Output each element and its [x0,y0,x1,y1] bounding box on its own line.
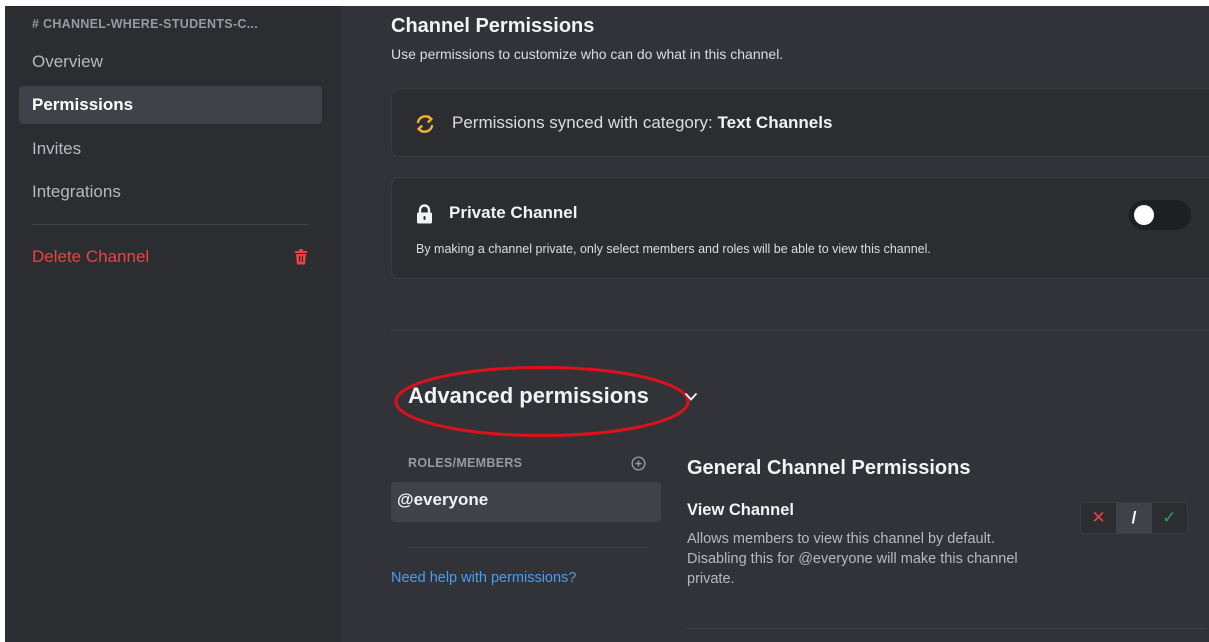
toggle-knob [1134,205,1154,225]
settings-sidebar: # CHANNEL-WHERE-STUDENTS-C... Overview P… [5,6,341,642]
sidebar-item-overview[interactable]: Overview [19,43,322,81]
main-content: Channel Permissions Use permissions to c… [341,6,1209,642]
permission-divider [687,628,1207,629]
private-channel-toggle[interactable] [1129,200,1191,230]
section-divider [391,330,1209,331]
sync-status-prefix: Permissions synced with category: [452,113,718,132]
sync-status-card: Permissions synced with category: Text C… [391,88,1209,157]
lock-icon [417,204,432,224]
page-title: Channel Permissions [391,15,595,37]
sync-status-text: Permissions synced with category: Text C… [452,113,832,133]
roles-divider [408,547,649,548]
delete-channel-label: Delete Channel [32,247,150,266]
neutral-button[interactable]: / [1116,503,1152,533]
role-item-everyone[interactable]: @everyone [391,482,661,522]
sidebar-divider [32,224,310,225]
trash-icon [295,249,307,265]
delete-channel-button[interactable]: Delete Channel [19,238,322,276]
page-description: Use permissions to customize who can do … [391,46,784,62]
sync-category-name: Text Channels [717,113,833,132]
sidebar-channel-header: # CHANNEL-WHERE-STUDENTS-C... [32,17,259,31]
private-channel-card: Private Channel By making a channel priv… [391,177,1209,279]
permissions-help-link[interactable]: Need help with permissions? [391,570,576,586]
sidebar-item-permissions[interactable]: Permissions [19,86,322,124]
sidebar-item-integrations[interactable]: Integrations [19,173,322,211]
permission-state-selector: ✕ / ✓ [1080,502,1188,534]
permission-description: Allows members to view this channel by d… [687,531,1018,587]
advanced-permissions-toggle[interactable]: Advanced permissions [408,383,649,409]
add-role-icon[interactable] [631,456,646,471]
sidebar-item-invites[interactable]: Invites [19,130,322,168]
allow-button[interactable]: ✓ [1152,503,1187,533]
permission-name: View Channel [687,501,794,519]
private-channel-description: By making a channel private, only select… [416,242,931,256]
private-channel-title: Private Channel [449,203,578,222]
chevron-down-icon[interactable] [684,392,698,402]
general-permissions-title: General Channel Permissions [687,457,971,479]
settings-window: # CHANNEL-WHERE-STUDENTS-C... Overview P… [5,6,1209,642]
roles-members-header: ROLES/MEMBERS [408,456,523,470]
sync-icon [416,115,434,133]
deny-button[interactable]: ✕ [1081,503,1116,533]
